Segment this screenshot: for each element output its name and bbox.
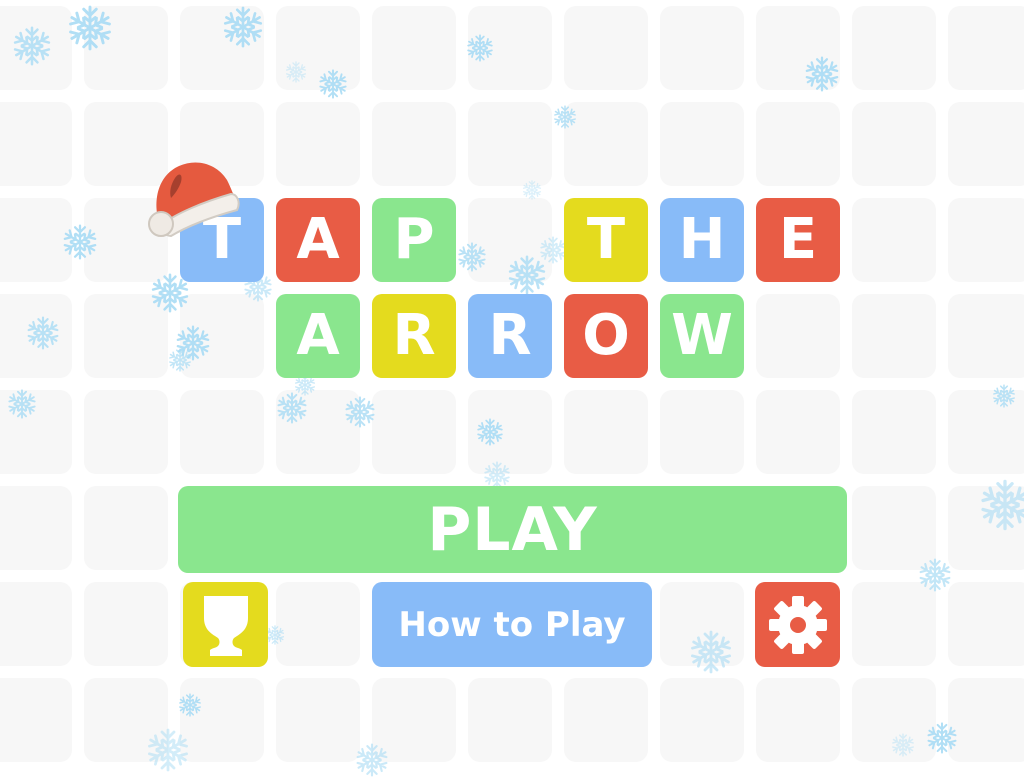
background-tile	[852, 678, 936, 762]
background-tile	[948, 294, 1024, 378]
background-tile	[852, 486, 936, 570]
gear-icon	[768, 595, 827, 654]
background-tile	[852, 198, 936, 282]
how-to-play-label: How to Play	[398, 604, 626, 645]
background-tile	[852, 6, 936, 90]
background-tile	[276, 102, 360, 186]
background-tile	[180, 678, 264, 762]
logo-letter-p: P	[372, 198, 456, 282]
background-tile	[0, 582, 72, 666]
background-tile	[948, 6, 1024, 90]
trophy-cup-icon	[203, 595, 248, 656]
background-tile	[564, 390, 648, 474]
background-tile	[660, 390, 744, 474]
logo-letter-t2: T	[564, 198, 648, 282]
play-button-label: PLAY	[427, 494, 598, 565]
background-tile	[0, 390, 72, 474]
background-tile	[180, 6, 264, 90]
background-tile	[756, 678, 840, 762]
background-tile	[0, 486, 72, 570]
logo-letter-r: R	[372, 294, 456, 378]
background-tile	[852, 390, 936, 474]
settings-button[interactable]	[755, 582, 840, 667]
background-tile	[756, 390, 840, 474]
background-tile	[84, 582, 168, 666]
logo-letter-a: A	[276, 198, 360, 282]
background-tile	[852, 294, 936, 378]
background-tile	[84, 678, 168, 762]
background-tile	[948, 582, 1024, 666]
background-tile	[948, 678, 1024, 762]
background-tile	[564, 102, 648, 186]
leaderboard-button[interactable]	[183, 582, 268, 667]
play-button[interactable]: PLAY	[178, 486, 847, 573]
background-tile	[660, 102, 744, 186]
background-tile	[0, 102, 72, 186]
background-tile	[84, 294, 168, 378]
background-tile	[0, 678, 72, 762]
logo-letter-a2: A	[276, 294, 360, 378]
background-tile	[660, 678, 744, 762]
background-tile	[660, 6, 744, 90]
background-tile	[276, 6, 360, 90]
background-tile	[372, 678, 456, 762]
background-tile	[756, 6, 840, 90]
logo-letter-o: O	[564, 294, 648, 378]
background-tile	[0, 198, 72, 282]
background-tile	[180, 390, 264, 474]
background-tile	[948, 390, 1024, 474]
background-tile	[372, 102, 456, 186]
background-tile	[276, 678, 360, 762]
background-tile	[180, 294, 264, 378]
background-tile	[564, 6, 648, 90]
santa-hat-icon	[148, 162, 240, 238]
background-tile	[948, 198, 1024, 282]
background-tile	[84, 486, 168, 570]
background-tile	[468, 390, 552, 474]
background-tile	[0, 6, 72, 90]
background-tile	[372, 6, 456, 90]
background-tile	[276, 582, 360, 666]
background-tile	[276, 390, 360, 474]
logo-letter-w: W	[660, 294, 744, 378]
background-tile	[0, 294, 72, 378]
background-tile	[756, 294, 840, 378]
background-tile	[468, 6, 552, 90]
background-tile	[948, 102, 1024, 186]
logo-letter-e: E	[756, 198, 840, 282]
background-tile	[852, 102, 936, 186]
background-tile	[948, 486, 1024, 570]
background-tile	[468, 102, 552, 186]
background-tile	[564, 678, 648, 762]
background-tile	[756, 102, 840, 186]
logo-letter-r2: R	[468, 294, 552, 378]
background-tile	[372, 390, 456, 474]
logo-letter-h: H	[660, 198, 744, 282]
background-tile	[852, 582, 936, 666]
background-tile	[84, 6, 168, 90]
how-to-play-button[interactable]: How to Play	[372, 582, 652, 667]
background-tile	[468, 678, 552, 762]
background-tile	[84, 390, 168, 474]
background-tile	[468, 198, 552, 282]
background-tile	[660, 582, 744, 666]
